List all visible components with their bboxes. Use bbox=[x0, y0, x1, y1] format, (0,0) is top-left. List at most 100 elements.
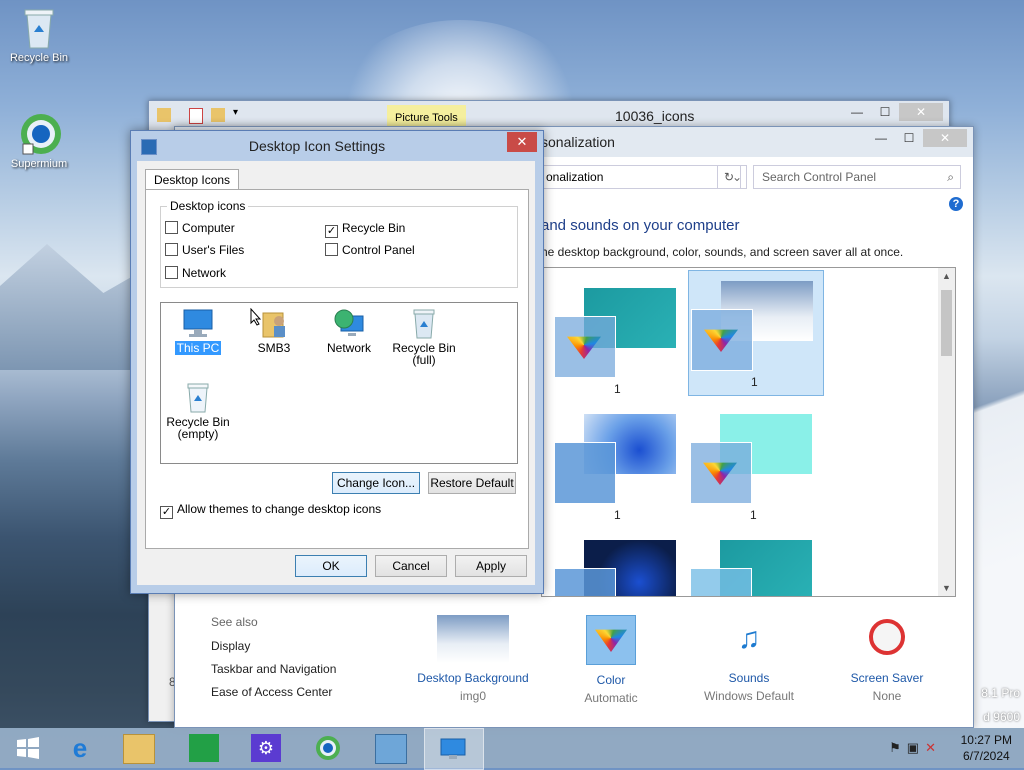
restore-default-button[interactable]: Restore Default bbox=[428, 472, 516, 494]
checkbox-box[interactable] bbox=[165, 266, 178, 279]
ok-button[interactable]: OK bbox=[295, 555, 367, 577]
theme-color-swatch bbox=[554, 568, 616, 596]
maximize-button[interactable]: ☐ bbox=[895, 129, 923, 147]
color-setting[interactable]: Color Automatic bbox=[551, 615, 671, 705]
desktop-icon-settings-dialog[interactable]: Desktop Icon Settings ✕ Desktop Icons De… bbox=[130, 130, 544, 594]
action-center-flag-icon[interactable]: ⚑ bbox=[889, 740, 907, 755]
properties-icon[interactable] bbox=[189, 108, 203, 124]
theme-list[interactable]: 1 1 1 1 ▲ ▼ bbox=[541, 267, 956, 597]
window-controls: — ☐ ✕ bbox=[843, 103, 943, 121]
sounds-setting[interactable]: ♫ Sounds Windows Default bbox=[689, 615, 809, 703]
folder-icon bbox=[157, 108, 171, 122]
setting-value: Automatic bbox=[584, 691, 638, 705]
user-folder-icon bbox=[257, 307, 291, 339]
recycle-bin-icon bbox=[19, 6, 59, 50]
checkbox-label: User's Files bbox=[182, 243, 245, 257]
checkbox-network[interactable]: Network bbox=[165, 266, 226, 280]
gear-icon: ⚙ bbox=[251, 734, 281, 762]
checkbox-allow-themes[interactable]: ✓ Allow themes to change desktop icons bbox=[160, 502, 381, 519]
checkbox-computer[interactable]: Computer bbox=[165, 221, 235, 235]
taskbar-store[interactable] bbox=[176, 728, 234, 768]
screen-saver-setting[interactable]: Screen Saver None bbox=[827, 615, 947, 703]
network-icon[interactable]: ▣ bbox=[907, 740, 925, 755]
theme-tile[interactable]: 1 bbox=[552, 278, 686, 402]
checkbox-control-panel[interactable]: Control Panel bbox=[325, 243, 415, 257]
theme-tile[interactable]: 1 bbox=[552, 404, 686, 528]
checkbox-box-checked[interactable]: ✓ bbox=[325, 225, 338, 238]
desktop-icon-label: Supermium bbox=[10, 158, 68, 170]
icon-list[interactable]: This PC SMB3 Network Recycle Bin (full) bbox=[160, 302, 518, 464]
icon-label: SMB3 bbox=[257, 341, 291, 355]
checkbox-users-files[interactable]: User's Files bbox=[165, 243, 244, 257]
taskbar-settings[interactable]: ⚙ bbox=[238, 728, 296, 768]
change-icon-button[interactable]: Change Icon... bbox=[332, 472, 420, 494]
taskbar-control-panel[interactable] bbox=[362, 728, 420, 768]
theme-tile[interactable] bbox=[552, 530, 686, 596]
checkbox-box[interactable] bbox=[325, 243, 338, 256]
maximize-button[interactable]: ☐ bbox=[871, 103, 899, 121]
checkbox-recycle-bin[interactable]: ✓ Recycle Bin bbox=[325, 221, 405, 238]
link-display[interactable]: Display bbox=[211, 639, 250, 653]
taskbar-internet-explorer[interactable]: e bbox=[52, 728, 110, 768]
supermium-browser-icon bbox=[313, 734, 343, 762]
system-tray-icons[interactable]: ⚑▣✕ bbox=[889, 740, 942, 756]
taskbar-supermium[interactable] bbox=[300, 728, 358, 768]
search-input[interactable]: Search Control Panel ⌕ bbox=[753, 165, 961, 189]
tab-desktop-icons[interactable]: Desktop Icons bbox=[145, 169, 240, 190]
checkbox-box-checked[interactable]: ✓ bbox=[160, 506, 173, 519]
close-button[interactable]: ✕ bbox=[899, 103, 943, 121]
chevron-down-icon[interactable]: ▾ bbox=[233, 107, 238, 118]
theme-tile-selected[interactable]: 1 bbox=[688, 270, 824, 396]
minimize-button[interactable]: — bbox=[867, 129, 895, 147]
new-folder-icon[interactable] bbox=[211, 108, 225, 122]
minimize-button[interactable]: — bbox=[843, 103, 871, 121]
link-ease-of-access[interactable]: Ease of Access Center bbox=[211, 685, 332, 699]
cancel-button[interactable]: Cancel bbox=[375, 555, 447, 577]
icon-network[interactable]: Network bbox=[314, 307, 384, 354]
theme-count: 1 bbox=[614, 508, 621, 522]
color-fan-icon bbox=[595, 629, 627, 652]
icon-this-pc[interactable]: This PC bbox=[163, 307, 233, 355]
mouse-cursor-icon bbox=[250, 307, 262, 329]
taskbar-file-explorer[interactable] bbox=[110, 728, 168, 768]
checkbox-label: Recycle Bin bbox=[342, 221, 406, 235]
checkbox-box[interactable] bbox=[165, 243, 178, 256]
theme-tile[interactable]: 1 bbox=[688, 404, 822, 528]
vertical-scrollbar[interactable]: ▲ ▼ bbox=[938, 268, 955, 596]
refresh-button[interactable]: ↻ bbox=[717, 165, 741, 189]
scrollbar-thumb[interactable] bbox=[941, 290, 952, 356]
color-fan-icon bbox=[703, 462, 737, 485]
monitor-icon bbox=[181, 307, 215, 339]
link-taskbar-navigation[interactable]: Taskbar and Navigation bbox=[211, 662, 336, 676]
theme-color-swatch bbox=[690, 568, 752, 596]
icon-recycle-bin-empty[interactable]: Recycle Bin (empty) bbox=[163, 381, 233, 440]
page-heading: and sounds on your computer bbox=[541, 217, 740, 234]
scroll-up-arrow-icon[interactable]: ▲ bbox=[942, 271, 951, 281]
checkbox-box[interactable] bbox=[165, 221, 178, 234]
setting-value: img0 bbox=[459, 689, 486, 703]
apply-button[interactable]: Apply bbox=[455, 555, 527, 577]
scroll-down-arrow-icon[interactable]: ▼ bbox=[942, 583, 951, 593]
dialog-body: Desktop Icons Desktop icons Computer ✓ Re… bbox=[137, 161, 535, 585]
desktop-background-setting[interactable]: Desktop Background img0 bbox=[413, 615, 533, 703]
dialog-titlebar[interactable]: Desktop Icon Settings ✕ bbox=[131, 131, 543, 161]
help-icon[interactable]: ? bbox=[949, 197, 963, 211]
sounds-icon: ♫ bbox=[737, 622, 761, 655]
search-icon[interactable]: ⌕ bbox=[947, 166, 954, 188]
setting-value: Windows Default bbox=[703, 689, 795, 703]
volume-muted-icon[interactable]: ✕ bbox=[925, 740, 942, 755]
recycle-bin-empty-icon bbox=[181, 381, 215, 413]
icon-recycle-bin-full[interactable]: Recycle Bin (full) bbox=[389, 307, 459, 366]
close-button[interactable]: ✕ bbox=[923, 129, 967, 147]
desktop-icon-recycle-bin[interactable]: Recycle Bin bbox=[4, 6, 74, 64]
desktop-icon-supermium[interactable]: Supermium bbox=[4, 112, 74, 170]
see-also-label: See also bbox=[211, 615, 258, 629]
taskbar-desktop-icon-settings[interactable] bbox=[424, 728, 484, 770]
theme-count: 1 bbox=[751, 375, 758, 389]
start-button[interactable] bbox=[0, 728, 58, 768]
close-button[interactable]: ✕ bbox=[507, 132, 537, 152]
theme-tile[interactable] bbox=[688, 530, 822, 596]
page-subheading: he desktop background, color, sounds, an… bbox=[541, 245, 904, 259]
clock[interactable]: 10:27 PM 6/7/2024 bbox=[961, 732, 1012, 764]
icon-label: Network bbox=[326, 341, 371, 355]
